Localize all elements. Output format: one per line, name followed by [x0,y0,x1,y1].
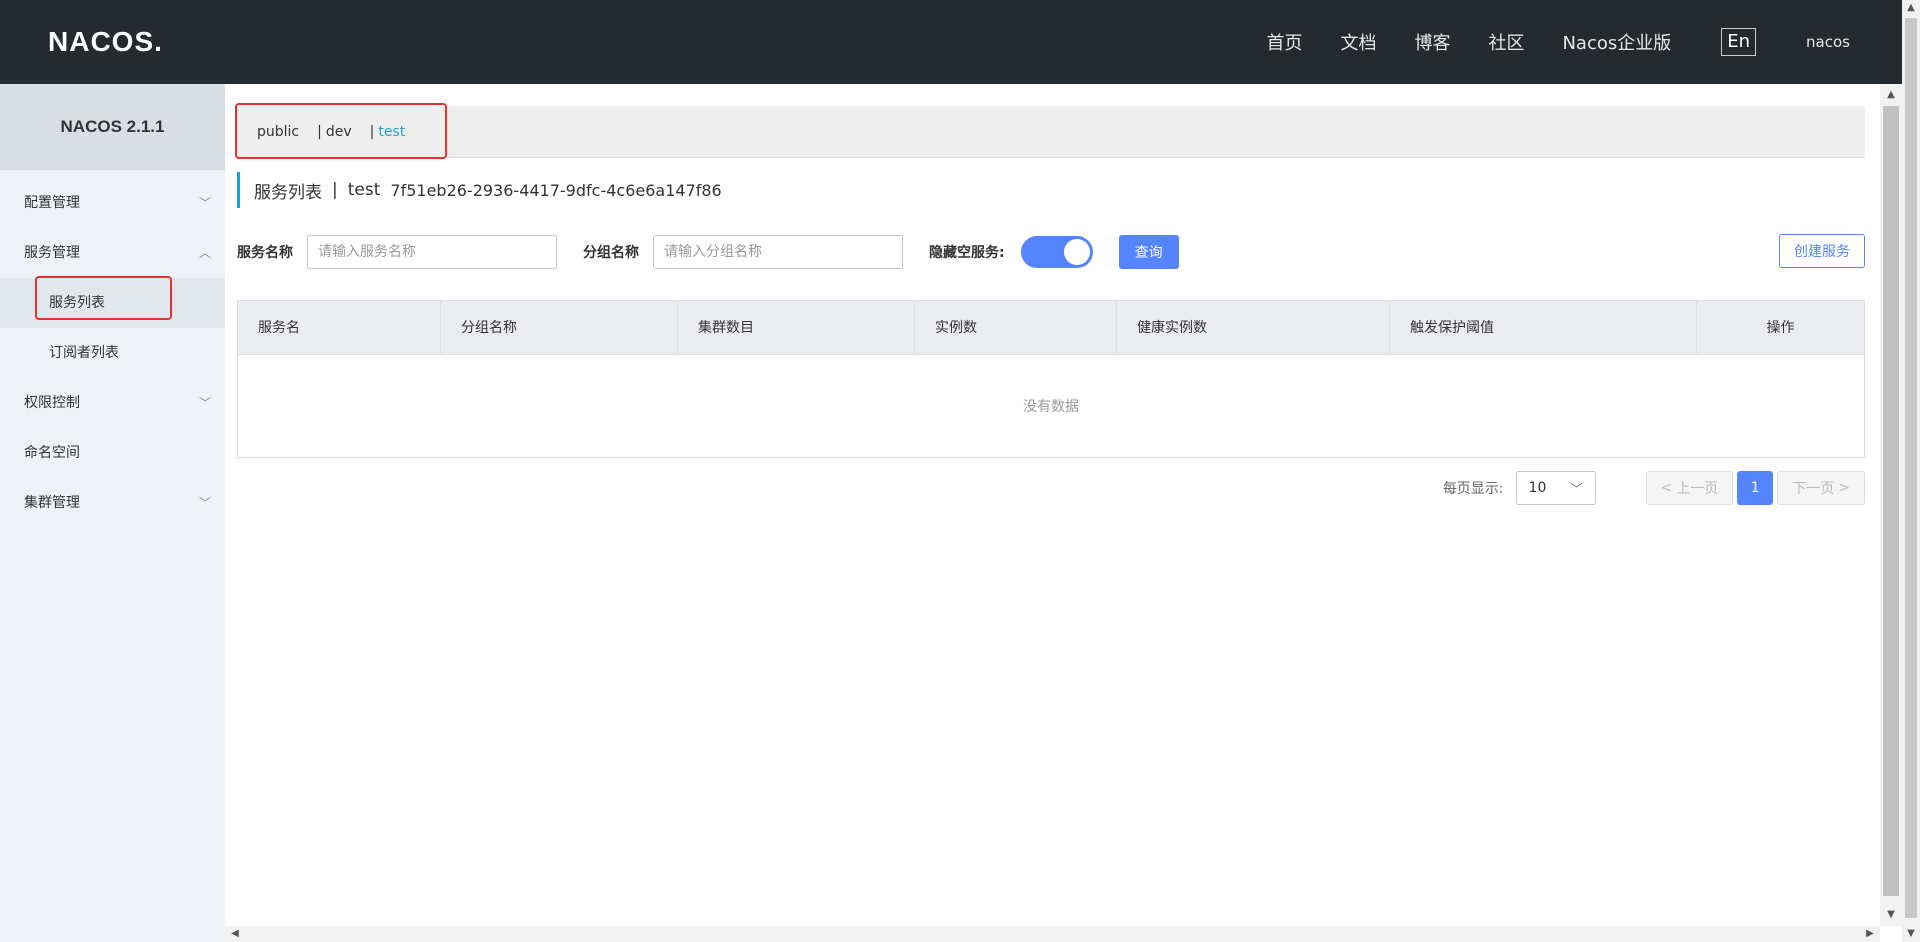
table-header: 服务名 分组名称 集群数目 实例数 健康实例数 触发保护阈值 操作 [238,301,1864,355]
namespace-id: 7f51eb26-2936-4417-9dfc-4c6e6a147f86 [390,180,722,200]
user-name[interactable]: nacos [1806,33,1850,51]
group-name-label: 分组名称 [583,245,639,261]
per-page-value: 10 [1528,480,1547,496]
main-horizontal-scrollbar[interactable]: ◀ ▶ [225,926,1880,942]
main-content: public | dev | test 服务列表 | test 7f51eb26… [225,84,1880,926]
create-service-button[interactable]: 创建服务 [1779,234,1865,268]
table-empty: 没有数据 [1023,399,1079,415]
column-header-healthy-instances[interactable]: 健康实例数 [1117,301,1390,355]
column-header-cluster-count[interactable]: 集群数目 [678,301,915,355]
per-page-select[interactable]: 10 ﹀ [1515,471,1596,505]
column-header-protect-threshold[interactable]: 触发保护阈值 [1390,301,1697,355]
window-vertical-scrollbar[interactable]: ▲ ▼ [1902,0,1920,942]
column-header-group-name[interactable]: 分组名称 [441,301,678,355]
next-page-label: 下一页 [1792,481,1835,497]
per-page-label: 每页显示: [1442,481,1504,497]
page-title-text: 服务列表 [254,182,322,203]
title-separator: | [332,180,338,200]
scrollbar-thumb[interactable] [1883,106,1899,896]
scrollbar-thumb[interactable] [1905,18,1917,918]
scroll-down-icon[interactable]: ▼ [1902,926,1920,942]
namespace-name: test [347,180,381,200]
hide-empty-toggle[interactable] [1020,236,1093,268]
namespace-separator: | [317,123,322,140]
scroll-up-icon[interactable]: ▲ [1880,86,1902,104]
namespace-dev[interactable]: dev [326,124,352,140]
query-button[interactable]: 查询 [1118,235,1179,269]
column-header-actions: 操作 [1766,320,1795,336]
nacos-logo[interactable]: NACOS. [48,26,163,58]
chevron-up-icon: ︿ [198,246,211,260]
language-toggle[interactable]: En [1721,28,1757,56]
sidebar-item-label: 集群管理 [24,495,80,511]
sidebar-item-service-list[interactable]: 服务列表 [0,278,225,328]
chevron-down-icon: ﹀ [198,496,211,510]
sidebar-item-subscriber-list[interactable]: 订阅者列表 [0,328,225,378]
chevron-right-icon: > [1838,480,1850,496]
page-title: 服务列表 | test 7f51eb26-2936-4417-9dfc-4c6e… [237,172,722,208]
nav-home[interactable]: 首页 [1266,29,1302,55]
scroll-down-icon[interactable]: ▼ [1880,906,1902,924]
service-table: 服务名 分组名称 集群数目 实例数 健康实例数 触发保护阈值 操作 没有数据 [237,300,1865,458]
main-vertical-scrollbar[interactable]: ▲ ▼ [1880,84,1902,926]
column-header-instance-count[interactable]: 实例数 [915,301,1117,355]
scroll-left-icon[interactable]: ◀ [227,926,243,942]
sidebar-item-access-control[interactable]: 权限控制 ﹀ [0,378,225,428]
sidebar-item-label: 服务管理 [24,245,80,261]
sidebar-item-cluster-management[interactable]: 集群管理 ﹀ [0,478,225,528]
chevron-down-icon: ﹀ [198,196,211,210]
scroll-right-icon[interactable]: ▶ [1862,926,1878,942]
prev-page-button[interactable]: < 上一页 [1645,471,1734,505]
toggle-knob [1063,239,1090,265]
nav-docs[interactable]: 文档 [1340,29,1376,55]
nav-community[interactable]: 社区 [1488,29,1524,55]
column-header-service-name[interactable]: 服务名 [238,301,441,355]
nav-blog[interactable]: 博客 [1414,29,1450,55]
prev-page-label: 上一页 [1676,481,1719,497]
chevron-down-icon: ﹀ [1570,481,1583,496]
sidebar: NACOS 2.1.1 配置管理 ﹀ 服务管理 ︿ 服务列表 订阅者列表 权限控… [0,84,225,942]
chevron-down-icon: ﹀ [198,396,211,410]
filter-bar: 服务名称 分组名称 隐藏空服务: 查询 创建服务 [237,234,1865,270]
sidebar-item-service-management[interactable]: 服务管理 ︿ [0,228,225,278]
next-page-button[interactable]: 下一页 > [1777,471,1865,505]
sidebar-item-label: 权限控制 [24,395,80,411]
page-number-button[interactable]: 1 [1737,471,1774,505]
namespace-public[interactable]: public [257,124,299,140]
sidebar-item-config-management[interactable]: 配置管理 ﹀ [0,178,225,228]
sidebar-item-label: 配置管理 [24,195,80,211]
sidebar-item-label: 命名空间 [24,445,80,461]
namespace-test[interactable]: test [378,124,405,140]
chevron-left-icon: < [1660,480,1673,496]
scroll-up-icon[interactable]: ▲ [1902,0,1920,16]
sidebar-item-namespace[interactable]: 命名空间 [0,428,225,478]
service-name-label: 服务名称 [237,245,293,261]
hide-empty-label: 隐藏空服务: [929,245,1005,261]
service-name-input[interactable] [307,235,557,269]
nav-enterprise[interactable]: Nacos企业版 [1562,29,1671,55]
pagination: 每页显示: 10 ﹀ < 上一页 1 下一页 > [237,470,1865,506]
namespace-bar: public | dev | test [237,106,1865,158]
namespace-separator: | [369,123,375,140]
sidebar-brand: NACOS 2.1.1 [0,84,225,170]
group-name-input[interactable] [653,235,903,269]
top-nav: 首页 文档 博客 社区 Nacos企业版 En nacos [1228,0,1850,84]
top-header: NACOS. 首页 文档 博客 社区 Nacos企业版 En nacos [0,0,1920,84]
